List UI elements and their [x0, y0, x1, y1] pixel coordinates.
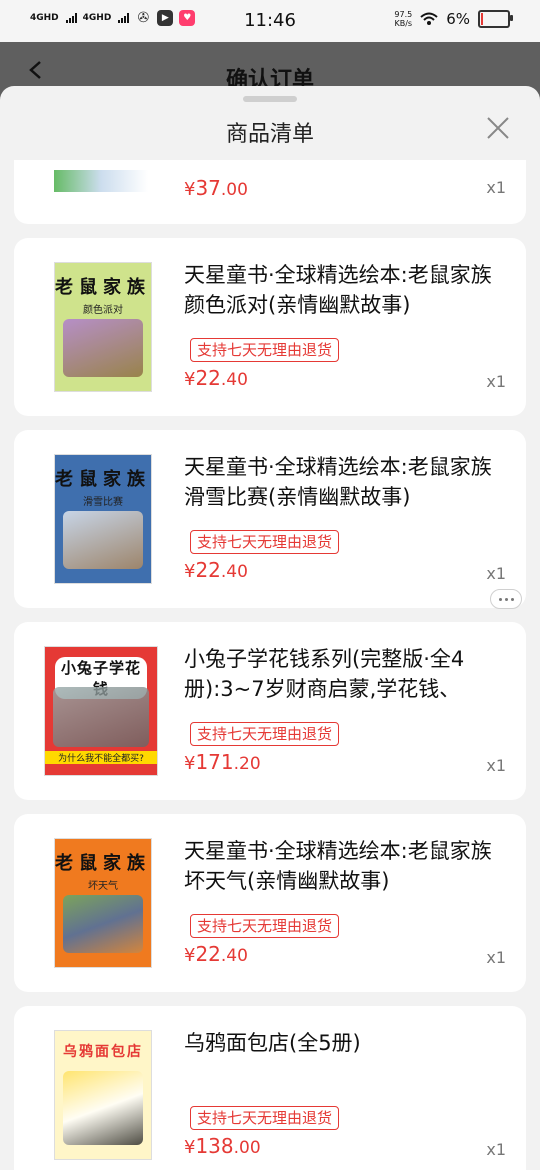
currency-symbol: ¥ — [184, 179, 196, 200]
battery-level — [481, 13, 483, 25]
price-integer: 22 — [195, 558, 221, 582]
price-fraction: .40 — [220, 562, 248, 582]
product-cover: 老鼠家族 颜色派对 — [54, 262, 152, 392]
product-quantity: x1 — [486, 1140, 506, 1159]
cover-title: 老鼠家族 — [55, 469, 151, 490]
return-policy-tag: 支持七天无理由退货 — [190, 338, 340, 362]
wifi-icon — [420, 12, 438, 25]
product-quantity: x1 — [486, 948, 506, 967]
price-fraction: .40 — [220, 946, 248, 966]
product-card[interactable]: 乌鸦面包店 乌鸦面包店(全5册) 支持七天无理由退货 ¥138.00 x1 — [14, 1006, 526, 1170]
product-price: ¥22.40 — [184, 942, 248, 966]
return-policy-tag: 支持七天无理由退货 — [190, 1106, 340, 1130]
currency-symbol: ¥ — [184, 1137, 196, 1158]
price-fraction: .40 — [220, 370, 248, 390]
cover-title: 乌鸦面包店 — [63, 1044, 143, 1060]
product-list-sheet: 商品清单 ¥37.00 x1 老鼠家族 颜色派对 天星童书·全球精选绘本:老鼠家… — [0, 86, 540, 1170]
price-fraction: .20 — [233, 754, 261, 774]
product-price: ¥138.00 — [184, 1134, 261, 1158]
currency-symbol: ¥ — [184, 945, 196, 966]
price-integer: 22 — [195, 366, 221, 390]
price-integer: 171 — [195, 750, 234, 774]
return-policy-tag: 支持七天无理由退货 — [190, 530, 340, 554]
currency-symbol: ¥ — [184, 369, 196, 390]
price-fraction: .00 — [233, 1138, 261, 1158]
drag-handle[interactable] — [243, 96, 297, 102]
product-cover: 乌鸦面包店 — [54, 1030, 152, 1160]
product-title: 天星童书·全球精选绘本:老鼠家族 坏天气(亲情幽默故事) — [184, 839, 492, 893]
cover-art — [63, 511, 143, 569]
price-integer: 138 — [195, 1134, 234, 1158]
price-fraction: .00 — [220, 180, 248, 200]
status-bar: 4GHD 4GHD ✇ ▶ ♥ 11:46 97.5 KB/s 6% — [0, 0, 540, 42]
product-card[interactable]: 老鼠家族 颜色派对 天星童书·全球精选绘本:老鼠家族 颜色派对(亲情幽默故事) … — [14, 238, 526, 416]
product-card[interactable]: 小兔子学花钱 为什么我不能全都买? 小兔子学花钱系列(完整版·全4册):3~7岁… — [14, 622, 526, 800]
cover-art — [63, 1071, 143, 1145]
cover-subtitle: 坏天气 — [88, 881, 118, 892]
product-card[interactable]: 老鼠家族 坏天气 天星童书·全球精选绘本:老鼠家族 坏天气(亲情幽默故事) 支持… — [14, 814, 526, 992]
currency-symbol: ¥ — [184, 753, 196, 774]
status-right: 97.5 KB/s 6% — [394, 10, 513, 28]
product-cover: 老鼠家族 滑雪比赛 — [54, 454, 152, 584]
product-price: ¥37.00 — [184, 176, 248, 200]
product-title: 乌鸦面包店(全5册) — [184, 1031, 361, 1055]
speed-value: 97.5 — [394, 10, 413, 19]
return-policy-tag: 支持七天无理由退货 — [190, 914, 340, 938]
product-title: 天星童书·全球精选绘本:老鼠家族 颜色派对(亲情幽默故事) — [184, 263, 492, 317]
close-icon[interactable] — [486, 116, 510, 140]
more-options-icon[interactable] — [490, 589, 522, 609]
product-quantity: x1 — [486, 178, 506, 197]
product-list[interactable]: ¥37.00 x1 老鼠家族 颜色派对 天星童书·全球精选绘本:老鼠家族 颜色派… — [0, 160, 540, 1170]
product-title: 小兔子学花钱系列(完整版·全4册):3~7岁财商启蒙,学花钱、 — [184, 647, 465, 701]
product-price: ¥22.40 — [184, 366, 248, 390]
sheet-title: 商品清单 — [225, 122, 314, 147]
cover-subtitle: 为什么我不能全都买? — [45, 751, 157, 764]
network-speed: 97.5 KB/s — [394, 10, 412, 28]
product-quantity: x1 — [486, 756, 506, 775]
price-integer: 37 — [195, 176, 221, 200]
product-card[interactable]: 老鼠家族 滑雪比赛 天星童书·全球精选绘本:老鼠家族 滑雪比赛(亲情幽默故事) … — [14, 430, 526, 608]
cover-title: 老鼠家族 — [55, 277, 151, 298]
cover-art — [63, 895, 143, 953]
product-cover — [54, 170, 148, 192]
product-cover: 小兔子学花钱 为什么我不能全都买? — [44, 646, 158, 776]
speed-unit: KB/s — [394, 19, 413, 28]
product-quantity: x1 — [486, 372, 506, 391]
product-quantity: x1 — [486, 564, 506, 583]
product-cover: 老鼠家族 坏天气 — [54, 838, 152, 968]
battery-percent: 6% — [446, 10, 470, 28]
product-price: ¥171.20 — [184, 750, 261, 774]
cover-subtitle: 滑雪比赛 — [83, 497, 123, 508]
price-integer: 22 — [195, 942, 221, 966]
cover-title: 老鼠家族 — [55, 853, 151, 874]
cover-subtitle: 颜色派对 — [83, 305, 123, 316]
battery-icon — [478, 10, 513, 28]
product-title: 天星童书·全球精选绘本:老鼠家族 滑雪比赛(亲情幽默故事) — [184, 455, 492, 509]
product-price: ¥22.40 — [184, 558, 248, 582]
cover-art — [53, 687, 149, 747]
currency-symbol: ¥ — [184, 561, 196, 582]
product-card[interactable]: ¥37.00 x1 — [14, 160, 526, 224]
return-policy-tag: 支持七天无理由退货 — [190, 722, 340, 746]
cover-art — [63, 319, 143, 377]
